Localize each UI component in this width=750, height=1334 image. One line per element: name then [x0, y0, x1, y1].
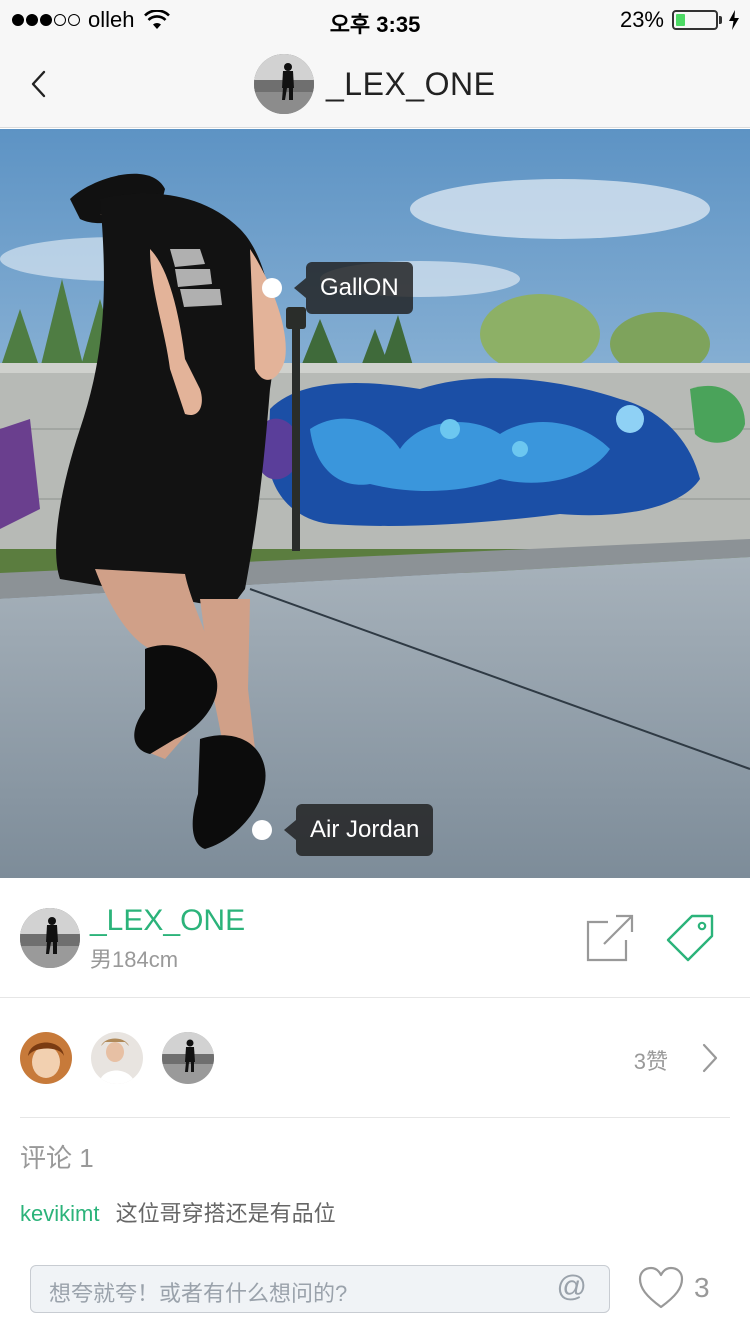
page-title: _LEX_ONE — [326, 65, 496, 102]
tag-pointer — [284, 820, 296, 840]
comment-username[interactable]: kevikimt — [20, 1201, 99, 1226]
nav-profile[interactable]: _LEX_ONE — [254, 54, 495, 114]
battery-fill — [676, 14, 685, 26]
author-row: _LEX_ONE 男184cm — [0, 878, 750, 998]
tag-dot-icon — [262, 278, 282, 298]
battery-icon — [672, 10, 718, 30]
like-count: 3 — [694, 1272, 710, 1303]
product-tag-gallon[interactable]: GallON — [262, 262, 413, 314]
back-chevron-icon[interactable] — [20, 64, 60, 104]
post-photo[interactable]: GallON Air Jordan — [0, 129, 750, 878]
tag-pointer — [294, 278, 306, 298]
nav-bar: _LEX_ONE — [0, 40, 750, 128]
status-bar: olleh 오후 3:35 23% — [0, 0, 750, 40]
charging-bolt-icon — [729, 10, 739, 30]
product-tag-air-jordan[interactable]: Air Jordan — [252, 804, 434, 856]
liker-avatar[interactable] — [91, 1032, 143, 1084]
tag-icon[interactable] — [666, 914, 714, 962]
chevron-right-icon[interactable] — [700, 1042, 720, 1074]
likes-count[interactable]: 3赞 — [634, 1044, 668, 1076]
photo-illustration — [0, 129, 750, 878]
comments-title: 评论 1 — [20, 1143, 94, 1173]
comment-input[interactable]: 想夸就夸！或者有什么想问的? @ — [30, 1265, 610, 1313]
author-info: 男184cm — [90, 947, 179, 972]
tag-dot-icon — [252, 820, 272, 840]
comment-text: 这位哥穿搭还是有品位 — [115, 1201, 336, 1226]
comment-placeholder: 想夸就夸！或者有什么想问的? — [49, 1281, 348, 1306]
battery-group: 23% — [620, 7, 740, 33]
author-name[interactable]: _LEX_ONE — [90, 904, 245, 938]
author-avatar[interactable] — [20, 908, 80, 968]
comment-item: kevikimt 这位哥穿搭还是有品位 — [20, 1196, 336, 1228]
liker-avatar[interactable] — [162, 1032, 214, 1084]
mention-at-icon[interactable]: @ — [557, 1270, 587, 1304]
battery-cap — [719, 16, 722, 24]
heart-icon[interactable] — [638, 1266, 684, 1310]
battery-percent: 23% — [619, 7, 664, 32]
tag-label[interactable]: GallON — [306, 262, 413, 314]
share-icon[interactable] — [586, 914, 634, 962]
likes-row[interactable]: 3赞 — [20, 998, 730, 1118]
avatar[interactable] — [254, 54, 314, 114]
liker-avatar[interactable] — [20, 1032, 72, 1084]
tag-label[interactable]: Air Jordan — [296, 804, 434, 856]
